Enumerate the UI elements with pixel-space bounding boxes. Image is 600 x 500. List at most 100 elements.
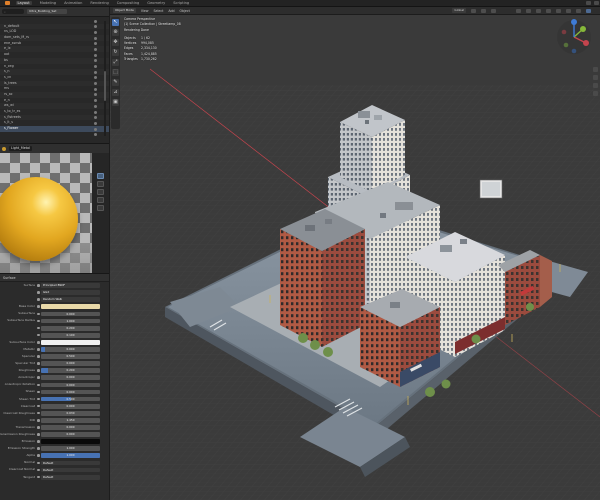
zoom-icon[interactable] [593,67,598,72]
socket-icon[interactable] [37,390,40,394]
mode-selector[interactable]: Object Mode [113,8,136,13]
property-field[interactable]: 0.200 [41,368,100,374]
menu-add[interactable]: Add [168,9,174,13]
menu-view[interactable]: View [141,9,149,13]
z-axis-handle[interactable] [571,19,577,25]
rendered-shading-icon[interactable] [586,8,591,13]
socket-icon[interactable] [37,411,40,415]
property-field[interactable]: 0.030 [41,410,100,416]
outliner-search-input[interactable]: ⌕ [2,9,24,14]
transform-orientation-select[interactable]: Global [452,8,466,13]
socket-icon[interactable] [37,319,40,323]
property-field[interactable]: Default [41,474,100,480]
property-field[interactable]: 0.000 [41,425,100,430]
socket-icon[interactable] [37,475,40,479]
socket-icon[interactable] [37,461,40,465]
workspace-tab[interactable]: Scripting [173,1,189,5]
material-shading-icon[interactable] [576,8,581,13]
eye-icon[interactable] [94,99,97,103]
property-field[interactable]: 0.000 [41,403,100,409]
view-layer-icon[interactable] [593,1,599,5]
rotate-tool-icon[interactable]: ↻ [112,49,119,56]
transform-tool-icon[interactable]: ⬚ [112,69,119,76]
eye-icon[interactable] [94,42,97,46]
preview-cloth-button[interactable] [97,205,104,211]
property-field[interactable]: 1.450 [41,417,100,423]
property-field[interactable]: 0.000 [41,382,100,388]
snap-icon[interactable] [481,8,486,13]
blender-logo-icon[interactable] [4,1,10,5]
property-field[interactable]: Random Walk [41,297,100,303]
property-field[interactable]: 0.100 [41,332,100,338]
socket-icon[interactable] [37,418,40,422]
3d-viewport[interactable]: Object Mode View Select Add Object Globa… [110,7,600,500]
proportional-edit-icon[interactable] [491,8,496,13]
cursor-tool-icon[interactable]: ⊕ [112,29,119,36]
select-box-tool-icon[interactable]: ↖ [112,19,119,26]
preview-cube-button[interactable] [97,181,104,187]
gizmo-toggle-icon[interactable] [526,8,531,13]
eye-icon[interactable] [94,47,97,51]
property-field[interactable]: Principled BSDF [41,283,100,288]
perspective-grid-icon[interactable] [593,91,598,96]
socket-icon[interactable] [37,397,40,401]
socket-icon[interactable] [37,305,40,309]
socket-icon[interactable] [37,454,40,458]
overlay-toggle-icon[interactable] [536,8,541,13]
workspace-tab[interactable]: Animation [64,1,82,5]
workspace-tab[interactable]: Geometry [147,1,165,5]
eye-icon[interactable] [94,19,97,23]
eye-icon[interactable] [94,82,97,86]
eye-icon[interactable] [94,87,97,91]
workspace-tab[interactable]: Rendering [90,1,108,5]
eye-icon[interactable] [94,127,97,131]
y-axis-handle[interactable] [580,26,586,32]
socket-icon[interactable] [37,284,40,287]
property-field[interactable]: 0.000 [41,347,100,352]
property-field[interactable]: 1.000 [41,318,100,324]
surface-section-header[interactable]: Surface [0,274,109,282]
socket-icon[interactable] [37,376,40,379]
eye-icon[interactable] [94,133,97,137]
eye-icon[interactable] [94,121,97,125]
eye-icon[interactable] [94,116,97,120]
property-field[interactable]: 1.000 [41,453,100,459]
socket-icon[interactable] [37,333,40,337]
preview-world-button[interactable] [97,197,104,203]
property-field[interactable]: Default [41,460,100,466]
pivot-icon[interactable] [471,8,476,13]
workspace-tab[interactable]: Modeling [40,1,56,5]
property-field[interactable]: 0.000 [41,432,100,437]
socket-icon[interactable] [37,340,40,344]
property-field[interactable]: 1.000 [41,446,100,452]
socket-icon[interactable] [37,348,40,351]
outliner-row[interactable] [0,132,109,138]
property-field[interactable]: Default [41,467,100,473]
socket-icon[interactable] [37,404,40,408]
camera-view-icon[interactable] [593,83,598,88]
eye-icon[interactable] [94,76,97,80]
eye-icon[interactable] [94,110,97,114]
socket-icon[interactable] [37,326,40,330]
eye-icon[interactable] [94,25,97,29]
socket-icon[interactable] [37,447,40,450]
outliner-scrollbar[interactable] [104,21,106,136]
eye-icon[interactable] [94,59,97,63]
eye-icon[interactable] [94,70,97,74]
socket-icon[interactable] [37,362,40,365]
socket-icon[interactable] [37,468,40,472]
property-field[interactable] [41,304,100,310]
menu-select[interactable]: Select [153,9,163,13]
eye-icon[interactable] [94,30,97,34]
eye-icon[interactable] [94,36,97,40]
preview-sphere-button[interactable] [97,173,104,179]
eye-icon[interactable] [94,53,97,57]
pan-hand-icon[interactable] [593,75,598,80]
navigation-gizmo[interactable] [554,17,594,57]
property-field[interactable]: 0.200 [41,325,100,331]
scale-tool-icon[interactable]: ⤢ [112,59,119,66]
workspace-tab[interactable]: Compositing [117,1,140,5]
property-field[interactable]: 0.000 [41,361,100,367]
scene-icon[interactable] [585,1,591,5]
menu-object[interactable]: Object [180,9,190,13]
